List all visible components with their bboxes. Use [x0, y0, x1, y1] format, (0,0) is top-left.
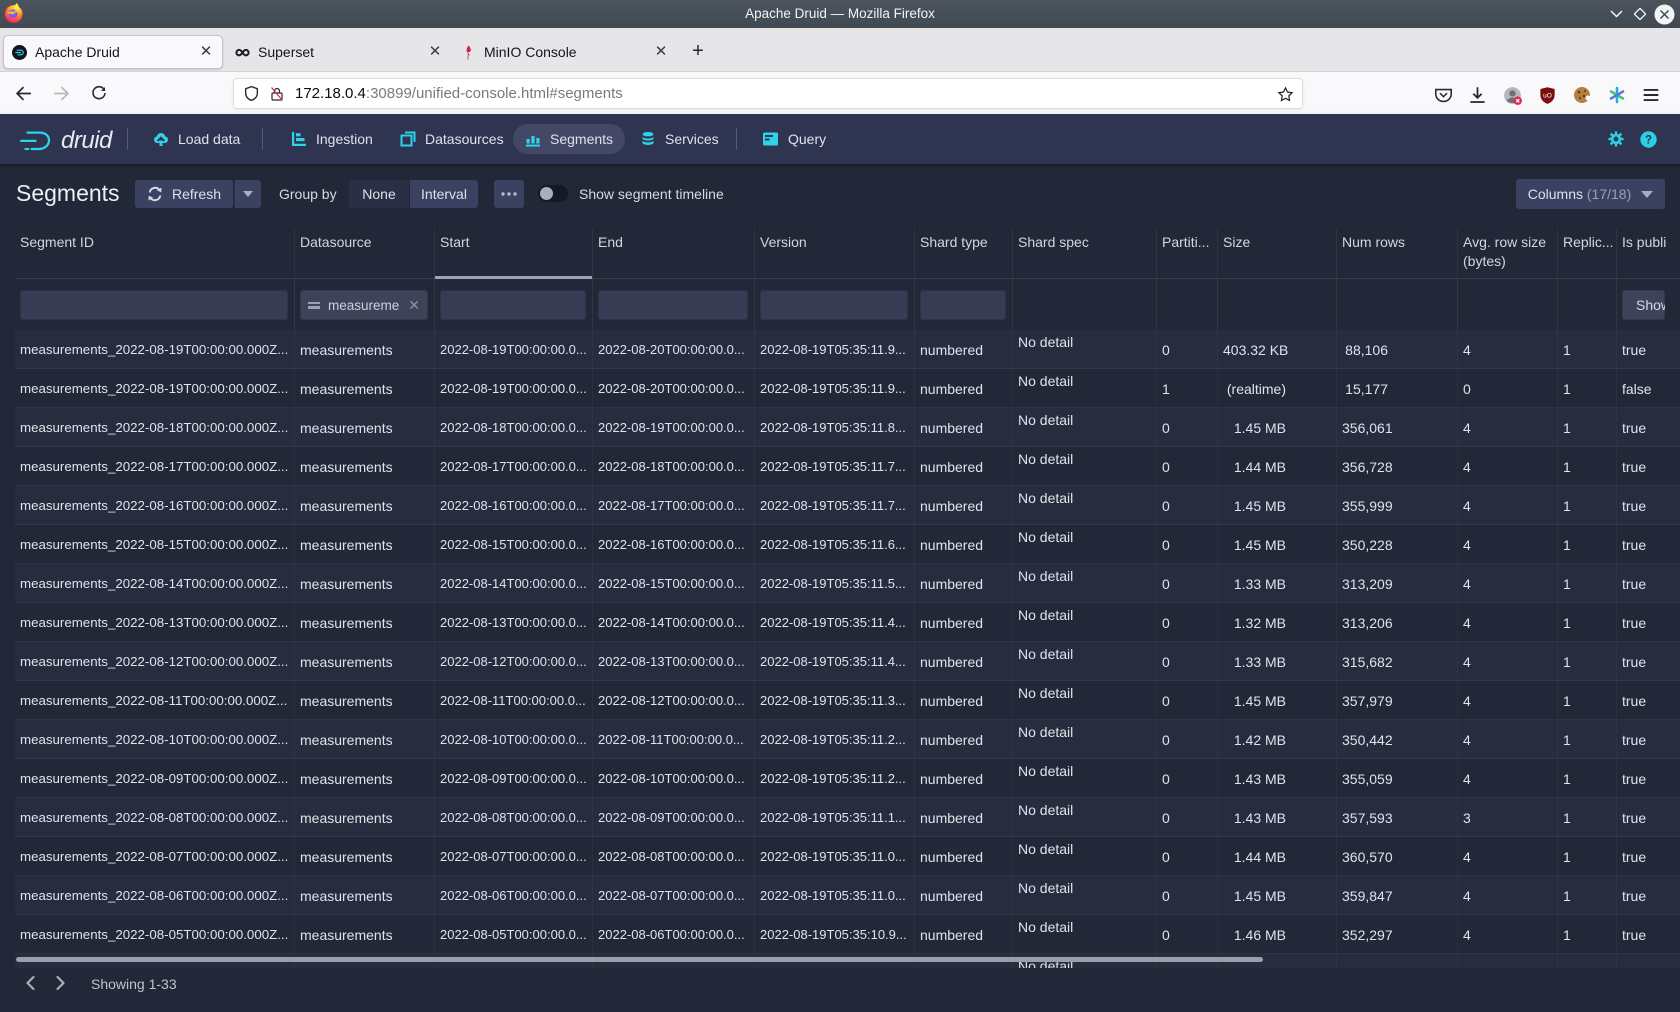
svg-text:?: ?: [1645, 134, 1652, 146]
svg-text:uO: uO: [1543, 92, 1552, 99]
